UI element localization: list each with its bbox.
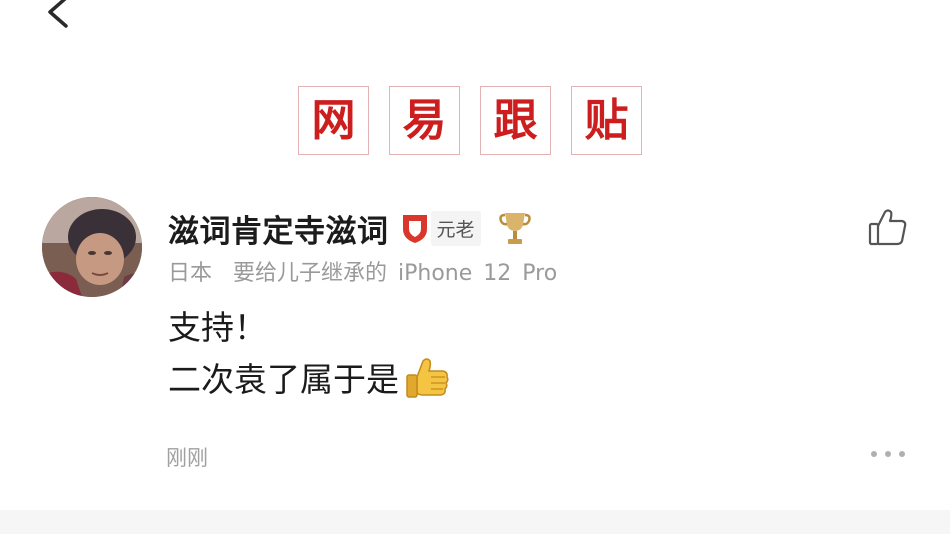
title-char: 跟 bbox=[480, 86, 551, 155]
comment-line: 支持！ bbox=[168, 308, 267, 347]
page-title: 网 易 跟 贴 bbox=[298, 86, 642, 155]
comment-body: 支持！ 二次袁了属于是 bbox=[168, 302, 928, 406]
back-button[interactable] bbox=[38, 0, 78, 34]
title-char: 贴 bbox=[571, 86, 642, 155]
title-char: 网 bbox=[298, 86, 369, 155]
location-label: 日本 bbox=[168, 261, 213, 286]
chevron-left-icon bbox=[48, 0, 68, 28]
comment-line-row: 二次袁了属于是 bbox=[168, 354, 928, 406]
comment-line: 二次袁了属于是 bbox=[168, 360, 399, 399]
divider bbox=[0, 510, 950, 534]
user-avatar-photo bbox=[42, 197, 142, 297]
title-char: 易 bbox=[389, 86, 460, 155]
thumbs-up-outline-icon bbox=[868, 209, 907, 246]
like-button[interactable] bbox=[866, 206, 910, 250]
comment: 滋词肯定寺滋词 元老 日本 要给儿子继承的 iPhone 12 Pro 支持！ … bbox=[168, 202, 928, 406]
avatar[interactable] bbox=[42, 197, 142, 297]
comment-header: 滋词肯定寺滋词 元老 bbox=[168, 202, 928, 254]
trophy-icon bbox=[498, 213, 531, 244]
shield-badge-icon bbox=[402, 215, 427, 243]
more-dots-icon bbox=[871, 451, 905, 457]
device-label: 要给儿子继承的 iPhone 12 Pro bbox=[233, 261, 558, 286]
more-button[interactable] bbox=[866, 444, 910, 464]
username[interactable]: 滋词肯定寺滋词 bbox=[168, 206, 389, 251]
thumbs-up-emoji bbox=[406, 358, 449, 398]
timestamp: 刚刚 bbox=[166, 446, 208, 470]
comment-meta: 日本 要给儿子继承的 iPhone 12 Pro bbox=[168, 256, 928, 292]
level-badge: 元老 bbox=[430, 210, 481, 246]
